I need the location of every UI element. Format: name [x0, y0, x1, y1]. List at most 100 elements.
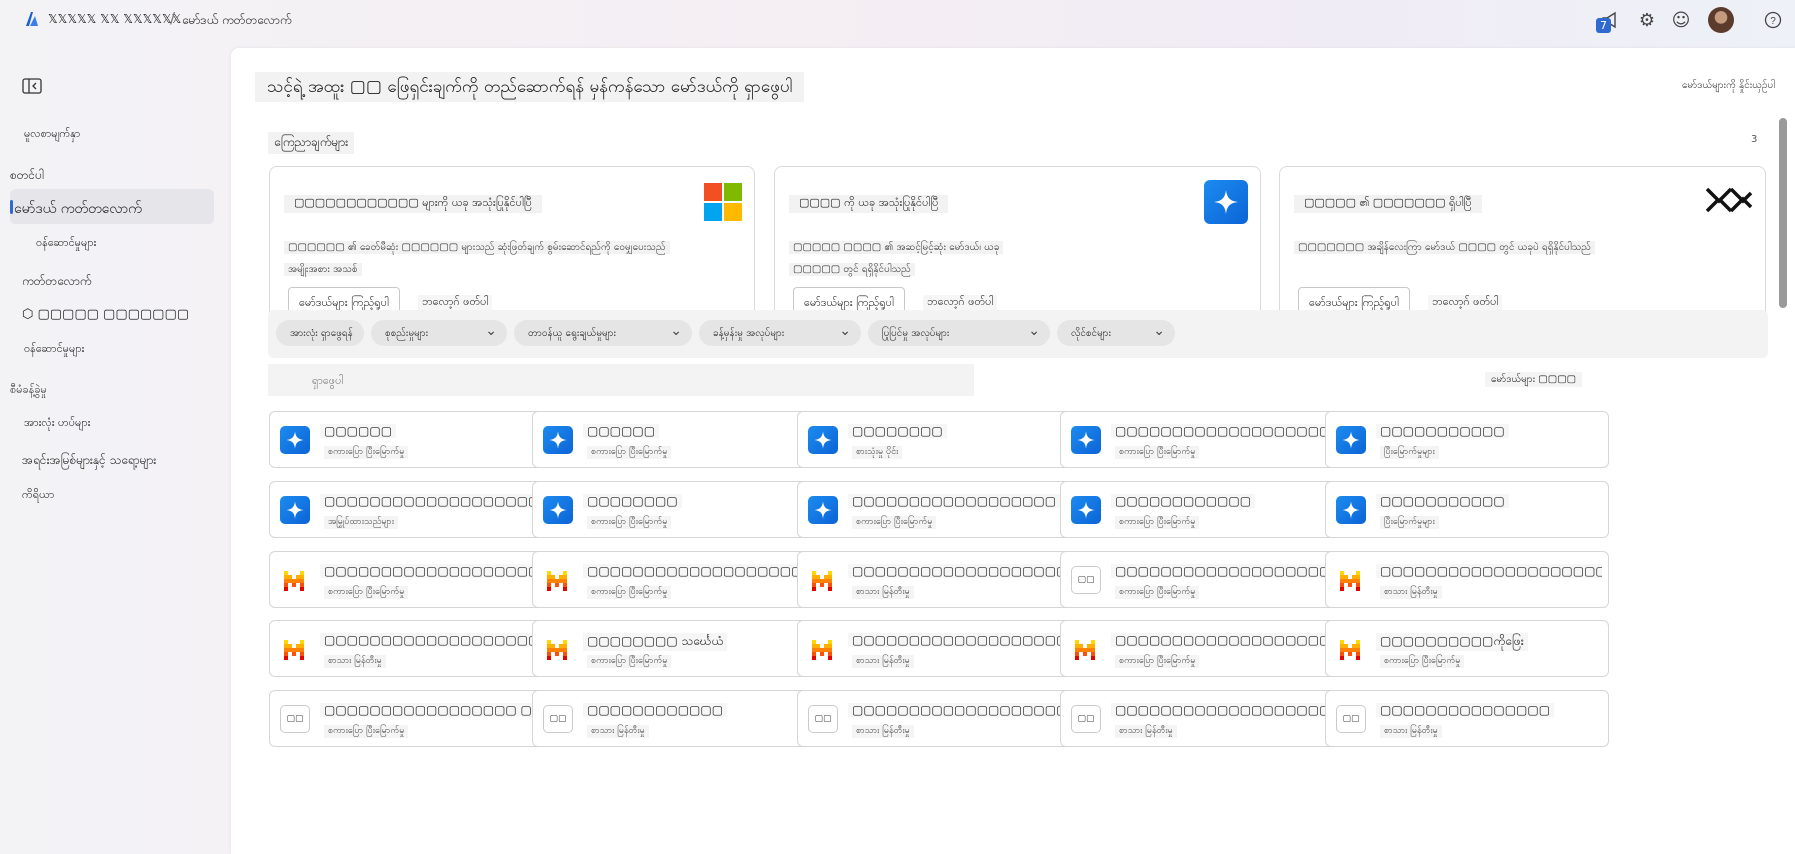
filter-label: ပြုပြင်မှု အလုပ်များ [882, 328, 950, 339]
breadcrumb[interactable]: မော်ဒယ် ကတ်တလောက် [182, 12, 292, 30]
model-card[interactable]: ▢▢▢▢▢▢▢▢ သင်္ဃေယံ စကားပြော ပြီးမြောက်မှု [532, 620, 816, 677]
model-task: အမြှုပ်ထားသည်များ [324, 516, 398, 529]
announcements-heading: ကြေညာချက်များ [268, 132, 355, 154]
model-name: ▢▢▢▢▢▢▢▢▢▢▢ [1376, 494, 1509, 508]
model-card[interactable]: ▢▢▢▢▢▢▢▢▢▢▢▢▢▢▢▢▢▢▢▢▢▢▢▢ စာသား မြန်တီးမှု [797, 551, 1081, 608]
filter-licenses[interactable]: လိုင်စင်များ ⌄ [1057, 320, 1175, 346]
model-card[interactable]: ▢▢▢▢▢▢▢▢▢▢▢▢▢▢▢▢▢▢▢▢▢▢▢▢▢▢စကားပြော ပြီးမ… [532, 551, 816, 608]
model-card[interactable]: ▢▢▢▢▢▢▢▢▢▢▢▢▢▢▢▢▢▢▢▢▢▢▢▢▢▢စကားပြော ပြီးမ… [1060, 551, 1344, 608]
model-name: ▢▢▢▢▢▢▢▢ [848, 424, 947, 438]
model-task: စကားပြော ပြီးမြောက်မှု [1380, 655, 1465, 668]
model-task: စကားပြော ပြီးမြောက်မှု [324, 586, 409, 599]
model-logo-icon: ▢▢ [543, 705, 573, 733]
model-task: စာသား မြန်တီးမှု [852, 586, 914, 599]
model-card[interactable]: ▢▢▢▢▢▢▢▢▢▢▢▢▢▢▢▢▢▢▢▢▢▢▢▢▢▢▢▢ စကားပြော ပြီ… [269, 551, 553, 608]
sidebar-item-model-catalog[interactable]: မော်ဒယ် ကတ်တလောက် [10, 189, 214, 224]
model-task: စကားပြော ပြီးမြောက်မှု [587, 446, 672, 459]
model-card[interactable]: ▢▢▢▢▢▢▢▢▢▢▢▢▢▢▢▢▢▢▢▢▢▢▢ အမြှုပ်ထားသည်များ [269, 481, 553, 538]
breadcrumb-separator: / [170, 9, 176, 27]
model-card[interactable]: ▢▢▢▢▢▢▢▢▢▢▢▢▢▢▢▢▢▢ စကားပြော ပြီးမြောက်မှု [797, 481, 1081, 538]
mistral-logo-icon [280, 635, 310, 663]
filter-inference-tasks[interactable]: ခန့်မှန်းမှု အလုပ်များ ⌄ [699, 320, 861, 346]
model-card[interactable]: ▢▢▢▢▢▢▢▢▢▢▢▢▢▢▢▢▢▢▢▢▢▢▢▢▢▢စကားပြော ပြီးမ… [1060, 620, 1344, 677]
scrollbar[interactable] [1779, 118, 1787, 308]
chevron-down-icon: ⌄ [670, 323, 682, 339]
sidebar-item-catalog[interactable]: ကတ်တလောက် [22, 273, 92, 291]
feedback-smiley-icon[interactable]: ☺ [1670, 9, 1692, 31]
model-task: စာသား မြန်တီးမှု [1115, 725, 1177, 738]
read-blog-link[interactable]: ဘလော့ဂ် ဖတ်ပါ [923, 295, 998, 311]
read-blog-link[interactable]: ဘလော့ဂ် ဖတ်ပါ [418, 295, 493, 311]
model-card[interactable]: ▢▢▢▢▢▢▢▢▢▢▢▢▢▢▢▢▢▢▢▢▢▢▢ စာသား မြန်တီးမှု [269, 620, 553, 677]
search-input[interactable] [268, 364, 974, 396]
mistral-logo-icon [543, 635, 573, 663]
model-name: ▢▢▢▢▢▢▢▢▢▢▢▢▢▢▢▢▢▢▢▢▢▢▢ [320, 633, 546, 647]
filter-finetune-tasks[interactable]: ပြုပြင်မှု အလုပ်များ ⌄ [868, 320, 1050, 346]
read-blog-link[interactable]: ဘလော့ဂ် ဖတ်ပါ [1428, 295, 1503, 311]
model-card[interactable]: ▢▢▢▢▢▢ စကားပြော ပြီးမြောက်မှု [269, 411, 553, 468]
model-name: ▢▢▢▢▢▢▢▢▢▢▢▢▢▢▢▢▢▢▢▢▢▢▢▢▢▢ [1376, 564, 1602, 578]
model-card[interactable]: ▢▢▢▢▢▢▢▢▢▢ကိုဖြေး စကားပြော ပြီးမြောက်မှု [1325, 620, 1609, 677]
model-task: စာသား မြန်တီးမှု [324, 655, 386, 668]
model-task: စာသား မြန်တီးမှု [852, 655, 914, 668]
model-name: ▢▢▢▢▢▢▢▢▢▢▢▢▢▢▢▢▢▢▢▢▢▢▢▢ [848, 633, 1074, 647]
model-card[interactable]: ▢▢▢▢▢▢▢▢▢▢▢▢▢▢▢▢▢▢▢▢▢▢▢▢▢▢ စာသား မြန်တီးမ… [1325, 551, 1609, 608]
mistral-logo-icon [543, 566, 573, 594]
app-logo-icon[interactable] [22, 10, 40, 28]
model-card[interactable]: ▢▢▢▢▢▢▢▢ စကားပြော ပြီးမြောက်မှု [532, 481, 816, 538]
sidebar-item-service-list[interactable]: ဝန်ဆောင်မှုများ [24, 342, 84, 358]
sidebar-item-all-hubs[interactable]: အားလုံး ဟပ်များ [24, 416, 90, 432]
mistral-logo-icon [808, 635, 838, 663]
model-task: စကားပြော ပြီးမြောက်မှု [587, 516, 672, 529]
filter-label: စုစည်းမှုများ [385, 328, 429, 339]
gear-icon[interactable]: ⚙ [1636, 9, 1658, 31]
sidebar-item-cube[interactable]: ⬡ ▢▢▢▢▢ ▢▢▢▢▢▢▢ [22, 307, 189, 322]
model-card[interactable]: ▢▢ ▢▢▢▢▢▢▢▢▢▢▢▢ စာသား မြန်တီးမှု [532, 690, 816, 747]
model-card[interactable]: ▢▢▢▢▢▢ စကားပြော ပြီးမြောက်မှု [532, 411, 816, 468]
top-bar: 𝕏𝕏𝕏𝕏𝕏 𝕏𝕏 𝕏𝕏𝕏𝕏𝕏𝕏 / မော်ဒယ် ကတ်တလောက် 7 ⚙ … [0, 0, 1795, 40]
model-card[interactable]: ▢▢▢▢▢▢▢▢ စားသုံးမှု ပိုင်း [797, 411, 1081, 468]
model-card[interactable]: ▢▢ ▢▢▢▢▢▢▢▢▢▢▢▢▢▢▢ စာသား မြန်တီးမှု [1325, 690, 1609, 747]
sidebar-item-services[interactable]: ဝန်ဆောင်မှုများ [36, 236, 96, 252]
model-task: စာသား မြန်တီးမှု [1380, 586, 1442, 599]
description-line: အမျိုးအစား အသစ် [284, 263, 362, 276]
model-task: ပြီးမြောက်မှုများ [1380, 516, 1439, 529]
sparkle-star-icon [808, 426, 838, 454]
model-card[interactable]: ▢▢ ▢▢▢▢▢▢▢▢▢▢▢▢▢▢▢▢▢ ▢ စကားပြော ပြီးမြောက်… [269, 690, 553, 747]
sidebar-item-label: မော်ဒယ် ကတ်တလောက် [14, 201, 142, 217]
sidebar-item-label: ကိရိယာ [22, 488, 55, 501]
sidebar-item-home[interactable]: မူလစာမျက်နှာ [24, 127, 80, 143]
compare-models-link[interactable]: မော်ဒယ်များကို နှိုင်းယှဉ်ပါ [1682, 78, 1775, 93]
description-line: ▢▢▢▢▢▢ ၏ ခေတ်မီဆုံး ▢▢▢▢▢▢ များသည် ဆုံးဖ… [284, 241, 670, 254]
filter-collections[interactable]: စုစည်းမှုများ ⌄ [371, 320, 507, 346]
model-card[interactable]: ▢▢▢▢▢▢▢▢▢▢▢▢ စကားပြော ပြီးမြောက်မှု [1060, 481, 1344, 538]
model-card[interactable]: ▢▢ ▢▢▢▢▢▢▢▢▢▢▢▢▢▢▢▢▢▢▢ ▢ စာသား မြန်တီးမှု [797, 690, 1081, 747]
model-card[interactable]: ▢▢▢▢▢▢▢▢▢▢▢ ပြီးမြောက်မှုများ [1325, 481, 1609, 538]
model-task: စကားပြော ပြီးမြောက်မှု [852, 516, 937, 529]
help-icon[interactable]: ? [1762, 9, 1784, 31]
sidebar-item-get-started[interactable]: စတင်ပါ [10, 167, 44, 185]
filter-search-all[interactable]: အားလုံး ရှာဖွေရန် [276, 320, 364, 346]
featured-card-description: ▢▢▢▢▢▢ ၏ ခေတ်မီဆုံး ▢▢▢▢▢▢ များသည် ဆုံးဖ… [284, 237, 704, 281]
model-name: ▢▢▢▢▢▢▢▢▢▢▢▢▢▢▢▢▢▢▢ [1111, 424, 1335, 438]
sidebar-item-resources[interactable]: အရင်းအမြစ်များနှင့် သရော့များ [22, 452, 156, 470]
filter-deployment-options[interactable]: တာဝန်ယူ ရွေးချယ်မှုများ ⌄ [514, 320, 692, 346]
model-logo-icon: ▢▢ [1071, 705, 1101, 733]
filter-label: လိုင်စင်များ [1071, 328, 1112, 339]
collapse-sidebar-icon[interactable] [22, 78, 42, 94]
sidebar-item-tools[interactable]: ကိရိယာ [22, 488, 54, 504]
provider-logo-icon [1705, 187, 1753, 213]
featured-card-title: ▢▢▢▢▢▢▢▢▢▢▢▢ များကို ယခု အသုံးပြုနိုင်ပါ… [284, 195, 542, 213]
model-name: ▢▢▢▢▢▢▢▢▢▢▢▢▢▢▢▢▢▢▢▢▢▢▢▢ [848, 564, 1074, 578]
avatar[interactable] [1708, 7, 1734, 33]
chevron-down-icon: ⌄ [1153, 323, 1165, 339]
model-card[interactable]: ▢▢▢▢▢▢▢▢▢▢▢▢▢▢▢▢▢▢▢▢▢▢▢▢▢▢စာသား မြန်တီးမ… [1060, 690, 1344, 747]
model-card[interactable]: ▢▢▢▢▢▢▢▢▢▢▢ ပြီးမြောက်မှုများ [1325, 411, 1609, 468]
model-card[interactable]: ▢▢▢▢▢▢▢▢▢▢▢▢▢▢▢▢▢▢▢ စကားပြော ပြီးမြောက်မှ… [1060, 411, 1344, 468]
model-name: ▢▢▢▢▢▢▢▢▢▢▢▢ [1111, 494, 1256, 508]
model-card[interactable]: ▢▢▢▢▢▢▢▢▢▢▢▢▢▢▢▢▢▢▢▢▢▢▢▢ စာသား မြန်တီးမှု [797, 620, 1081, 677]
featured-card-title: ▢▢▢▢▢ ၏ ▢▢▢▢▢▢▢ ရှိပါပြီ [1294, 195, 1482, 213]
mistral-logo-icon [1071, 635, 1101, 663]
description-line: ▢▢▢▢▢ တွင် ရရှိနိုင်ပါသည် [789, 263, 915, 276]
brand-name[interactable]: 𝕏𝕏𝕏𝕏𝕏 𝕏𝕏 𝕏𝕏𝕏𝕏𝕏𝕏 [48, 12, 181, 26]
